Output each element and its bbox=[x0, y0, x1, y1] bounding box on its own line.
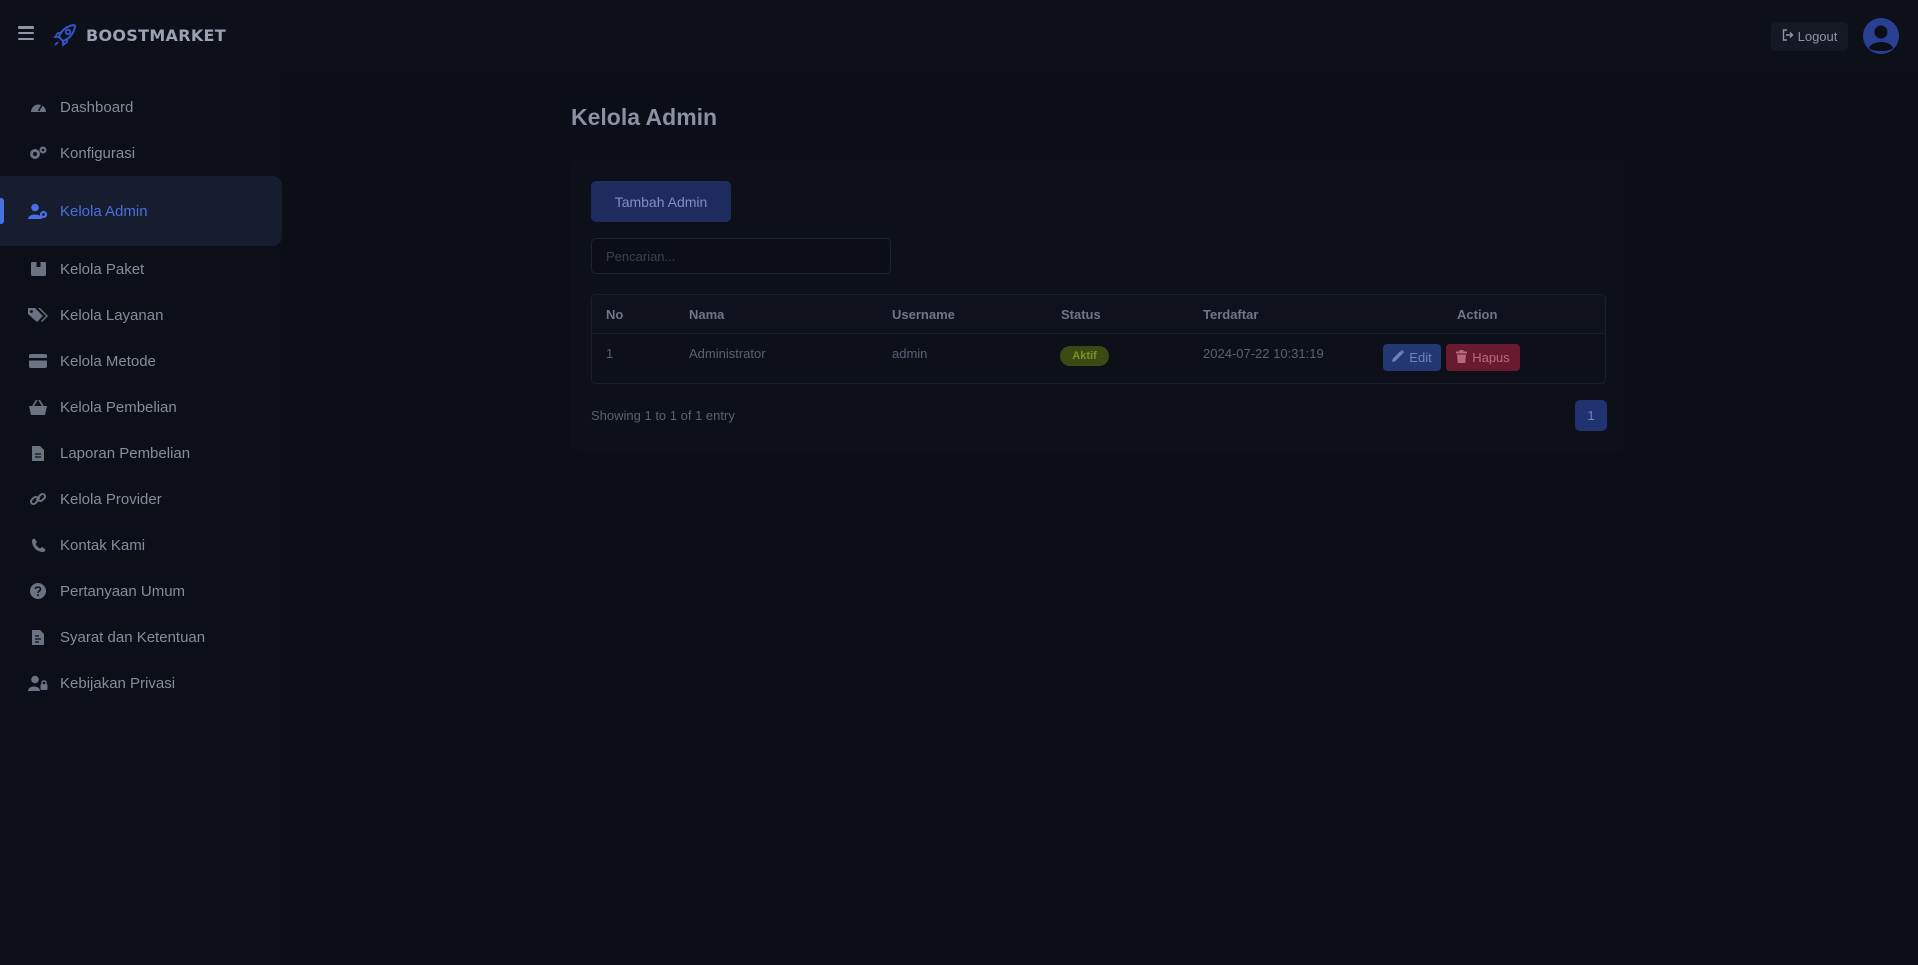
gears-icon bbox=[28, 144, 48, 162]
question-circle-icon bbox=[28, 582, 48, 600]
delete-button[interactable]: Hapus bbox=[1446, 344, 1520, 371]
sidebar-item-laporan-pembelian[interactable]: Laporan Pembelian bbox=[0, 430, 282, 476]
sidebar-item-kelola-provider[interactable]: Kelola Provider bbox=[0, 476, 282, 522]
top-bar: BOOSTMARKET Logout bbox=[0, 0, 1918, 72]
logout-button[interactable]: Logout bbox=[1771, 22, 1848, 51]
avatar[interactable] bbox=[1863, 18, 1899, 54]
credit-card-icon bbox=[28, 352, 48, 370]
sidebar-item-label: Kelola Metode bbox=[60, 352, 156, 370]
sidebar-item-kelola-metode[interactable]: Kelola Metode bbox=[0, 338, 282, 384]
sidebar-item-label: Kelola Admin bbox=[60, 202, 148, 220]
column-header-username[interactable]: Username bbox=[892, 307, 955, 322]
sidebar-item-kebijakan-privasi[interactable]: Kebijakan Privasi bbox=[0, 660, 282, 706]
basket-icon bbox=[28, 398, 48, 416]
sidebar-item-label: Laporan Pembelian bbox=[60, 444, 191, 462]
sidebar-item-label: Kontak Kami bbox=[60, 536, 146, 554]
admin-table: No Nama Username Status Terdaftar Action… bbox=[591, 294, 1606, 384]
sidebar-item-kelola-layanan[interactable]: Kelola Layanan bbox=[0, 292, 282, 338]
sidebar: Dashboard Konfigurasi Kelola Admin Kelol… bbox=[0, 72, 282, 965]
sidebar-item-label: Kelola Paket bbox=[60, 260, 145, 278]
search-input[interactable] bbox=[591, 238, 891, 274]
column-header-terdaftar[interactable]: Terdaftar bbox=[1203, 307, 1258, 322]
page-title: Kelola Admin bbox=[571, 104, 718, 130]
link-icon bbox=[28, 490, 48, 508]
sidebar-item-pertanyaan-umum[interactable]: Pertanyaan Umum bbox=[0, 568, 282, 614]
edit-label: Edit bbox=[1409, 350, 1432, 365]
table-header: No Nama Username Status Terdaftar Action bbox=[592, 295, 1605, 334]
box-icon bbox=[28, 260, 48, 278]
sidebar-item-label: Kelola Pembelian bbox=[60, 398, 177, 416]
file-icon bbox=[28, 444, 48, 462]
sidebar-item-kelola-pembelian[interactable]: Kelola Pembelian bbox=[0, 384, 282, 430]
add-admin-button[interactable]: Tambah Admin bbox=[591, 181, 731, 222]
brand-name: BOOSTMARKET bbox=[86, 25, 227, 45]
pagination-info: Showing 1 to 1 of 1 entry bbox=[591, 408, 735, 423]
column-header-action: Action bbox=[1457, 307, 1498, 322]
cell-terdaftar: 2024-07-22 10:31:19 bbox=[1203, 346, 1324, 361]
sidebar-item-label: Kelola Provider bbox=[60, 490, 162, 508]
status-badge: Aktif bbox=[1060, 346, 1109, 366]
sidebar-item-label: Kelola Layanan bbox=[60, 306, 164, 324]
phone-icon bbox=[28, 536, 48, 554]
cell-username: admin bbox=[892, 346, 928, 361]
file-contract-icon bbox=[28, 628, 48, 646]
brand[interactable]: BOOSTMARKET bbox=[52, 22, 226, 48]
sign-out-icon bbox=[1782, 29, 1794, 44]
sidebar-item-dashboard[interactable]: Dashboard bbox=[0, 84, 282, 130]
user-gear-icon bbox=[28, 202, 48, 220]
column-header-nama[interactable]: Nama bbox=[689, 307, 724, 322]
pagination-page-button[interactable]: 1 bbox=[1575, 400, 1607, 431]
cell-nama: Administrator bbox=[689, 346, 766, 361]
logout-label: Logout bbox=[1797, 29, 1838, 44]
gauge-icon bbox=[28, 98, 48, 116]
delete-label: Hapus bbox=[1472, 350, 1510, 365]
sidebar-item-syarat-dan-ketentuan[interactable]: Syarat dan Ketentuan bbox=[0, 614, 282, 660]
hamburger-menu-icon[interactable] bbox=[18, 26, 34, 40]
cell-no: 1 bbox=[606, 346, 614, 361]
rocket-logo-icon bbox=[52, 22, 78, 48]
user-avatar-icon bbox=[1863, 18, 1899, 54]
sidebar-item-label: Pertanyaan Umum bbox=[60, 582, 186, 600]
user-lock-icon bbox=[28, 674, 48, 692]
sidebar-item-label: Dashboard bbox=[60, 98, 134, 116]
sidebar-item-label: Konfigurasi bbox=[60, 144, 136, 162]
sidebar-item-kelola-admin[interactable]: Kelola Admin bbox=[0, 176, 282, 246]
sidebar-item-kontak-kami[interactable]: Kontak Kami bbox=[0, 522, 282, 568]
sidebar-item-konfigurasi[interactable]: Konfigurasi bbox=[0, 130, 282, 176]
sidebar-item-kelola-paket[interactable]: Kelola Paket bbox=[0, 246, 282, 292]
sidebar-item-label: Kebijakan Privasi bbox=[60, 674, 176, 692]
sidebar-item-label: Syarat dan Ketentuan bbox=[60, 628, 206, 646]
edit-button[interactable]: Edit bbox=[1383, 344, 1441, 371]
column-header-no[interactable]: No bbox=[606, 307, 623, 322]
sidebar-menu: Dashboard Konfigurasi Kelola Admin Kelol… bbox=[0, 72, 282, 706]
admin-table-card: Tambah Admin No Nama Username Status Ter… bbox=[570, 160, 1625, 452]
column-header-status[interactable]: Status bbox=[1061, 307, 1101, 322]
table-row: 1 Administrator admin Aktif 2024-07-22 1… bbox=[592, 334, 1605, 383]
trash-icon bbox=[1456, 349, 1468, 366]
pencil-icon bbox=[1392, 349, 1405, 365]
tags-icon bbox=[28, 306, 48, 324]
